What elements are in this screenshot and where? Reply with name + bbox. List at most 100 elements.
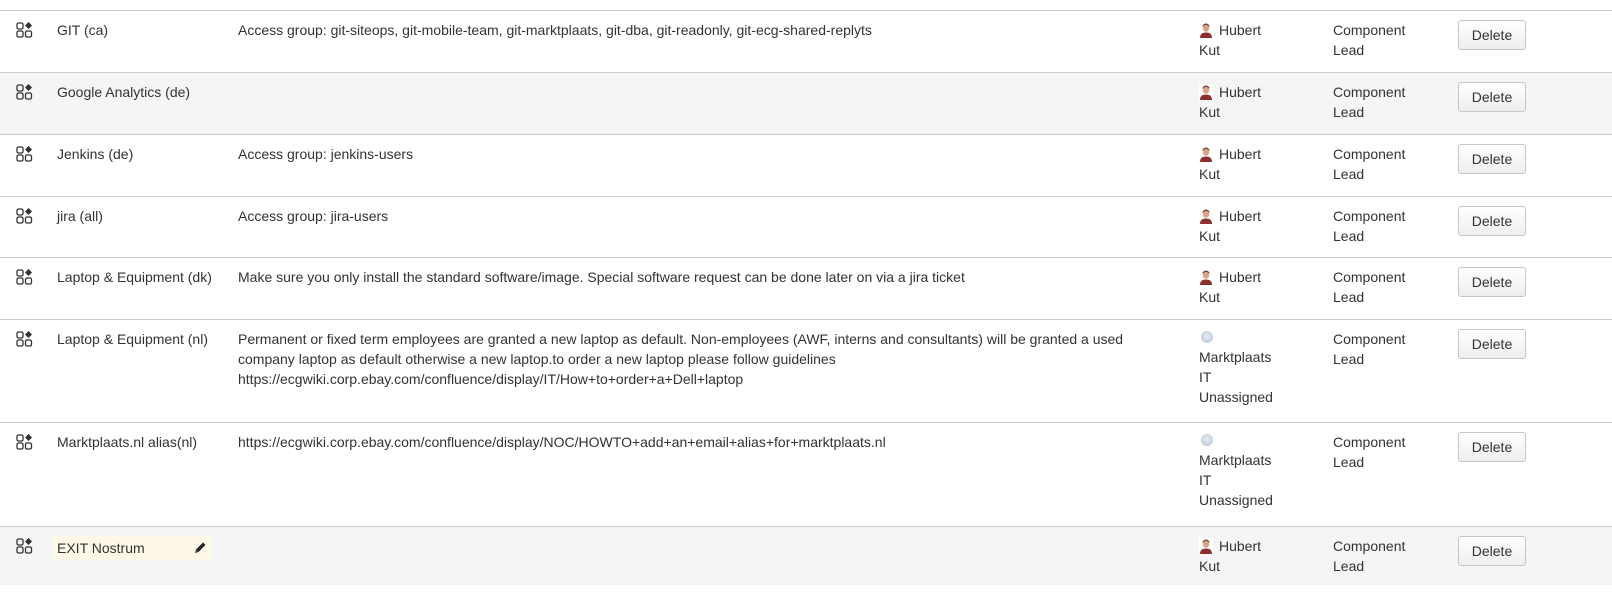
component-icon	[16, 538, 33, 554]
component-lead-line-1[interactable]: Hubert	[1219, 84, 1261, 100]
assignee-type-line-1: Component	[1333, 22, 1406, 38]
component-name-cell[interactable]: EXIT Nostrum	[40, 536, 218, 560]
component-name-cell[interactable]: jira (all)	[40, 206, 218, 226]
delete-button[interactable]: Delete	[1458, 82, 1526, 112]
assignee-type: Component Lead	[1333, 206, 1443, 246]
assignee-type: Component Lead	[1333, 432, 1443, 472]
component-name-inline-edit[interactable]: EXIT Nostrum	[53, 536, 211, 560]
actions-cell: Delete	[1443, 267, 1603, 297]
component-lead-cell[interactable]: Hubert Kut	[1195, 82, 1333, 122]
component-name[interactable]: Marktplaats.nl alias(nl)	[57, 432, 218, 452]
assignee-type: Component Lead	[1333, 536, 1443, 576]
component-lead-cell[interactable]: Marktplaats IT Unassigned	[1195, 432, 1333, 510]
component-lead-cell[interactable]: Hubert Kut	[1195, 206, 1333, 246]
component-name-cell[interactable]: Jenkins (de)	[40, 144, 218, 164]
component-description: Make sure you only install the standard …	[238, 269, 965, 285]
component-name-cell[interactable]: Laptop & Equipment (dk)	[40, 267, 218, 287]
components-table: GIT (ca) Access group: git-siteops, git-…	[0, 0, 1612, 585]
delete-button[interactable]: Delete	[1458, 206, 1526, 236]
component-description: Permanent or fixed term employees are gr…	[238, 331, 1124, 387]
component-lead-line-3[interactable]: Unassigned	[1199, 389, 1273, 405]
assignee-type-line-1: Component	[1333, 269, 1406, 285]
component-lead-line-1[interactable]: Hubert	[1219, 146, 1261, 162]
component-lead-cell[interactable]: Marktplaats IT Unassigned	[1195, 329, 1333, 407]
assignee-type: Component Lead	[1333, 20, 1443, 60]
component-icon	[16, 434, 33, 450]
assignee-type-line-1: Component	[1333, 208, 1406, 224]
component-name[interactable]: GIT (ca)	[57, 20, 218, 40]
assignee-type: Component Lead	[1333, 267, 1443, 307]
component-icon	[16, 146, 33, 162]
table-top-divider	[0, 0, 1612, 11]
component-name-cell[interactable]: Laptop & Equipment (nl)	[40, 329, 218, 349]
component-lead-line-1[interactable]: Marktplaats	[1199, 452, 1271, 468]
component-lead-line-1[interactable]: Marktplaats	[1199, 349, 1271, 365]
component-icon	[16, 331, 33, 347]
component-lead-line-2[interactable]: Kut	[1199, 104, 1220, 120]
table-row: Google Analytics (de) Hubert Kut Compone…	[0, 73, 1612, 135]
delete-button[interactable]: Delete	[1458, 267, 1526, 297]
actions-cell: Delete	[1443, 329, 1603, 359]
component-lead-cell[interactable]: Hubert Kut	[1195, 536, 1333, 576]
component-cell	[0, 20, 40, 42]
component-name-cell[interactable]: Marktplaats.nl alias(nl)	[40, 432, 218, 452]
component-name[interactable]: EXIT Nostrum	[57, 538, 145, 558]
assignee-type-line-2: Lead	[1333, 351, 1365, 367]
assignee-type-line-2: Lead	[1333, 42, 1365, 58]
assignee-type: Component Lead	[1333, 144, 1443, 184]
component-name[interactable]: jira (all)	[57, 206, 218, 226]
assignee-type-line-1: Component	[1333, 434, 1406, 450]
assignee-type-line-2: Lead	[1333, 228, 1365, 244]
component-lead-cell[interactable]: Hubert Kut	[1195, 20, 1333, 60]
default-avatar-icon	[1201, 331, 1213, 343]
component-cell	[0, 432, 40, 454]
component-name-cell[interactable]: GIT (ca)	[40, 20, 218, 40]
component-lead-line-2[interactable]: Kut	[1199, 228, 1220, 244]
component-lead-line-2[interactable]: Kut	[1199, 42, 1220, 58]
delete-button[interactable]: Delete	[1458, 144, 1526, 174]
component-lead-line-1[interactable]: Hubert	[1219, 22, 1261, 38]
table-row: EXIT Nostrum Hubert Kut Component Lead D…	[0, 527, 1612, 585]
user-photo-icon	[1199, 269, 1213, 285]
component-cell	[0, 206, 40, 228]
component-name[interactable]: Laptop & Equipment (nl)	[57, 329, 218, 349]
component-name[interactable]: Google Analytics (de)	[57, 82, 218, 102]
component-lead-line-2[interactable]: IT	[1199, 369, 1211, 385]
component-lead-line-2[interactable]: Kut	[1199, 166, 1220, 182]
delete-button[interactable]: Delete	[1458, 432, 1526, 462]
component-cell	[0, 267, 40, 289]
default-avatar-icon	[1201, 434, 1213, 446]
user-photo-icon	[1199, 146, 1213, 162]
component-lead-line-2[interactable]: Kut	[1199, 558, 1220, 574]
delete-button[interactable]: Delete	[1458, 20, 1526, 50]
table-row: Laptop & Equipment (nl) Permanent or fix…	[0, 320, 1612, 423]
component-cell	[0, 82, 40, 104]
assignee-type-line-1: Component	[1333, 331, 1406, 347]
component-lead-cell[interactable]: Hubert Kut	[1195, 144, 1333, 184]
actions-cell: Delete	[1443, 20, 1603, 50]
component-lead-line-1[interactable]: Hubert	[1219, 269, 1261, 285]
component-name[interactable]: Jenkins (de)	[57, 144, 218, 164]
component-lead-line-2[interactable]: Kut	[1199, 289, 1220, 305]
component-lead-line-1[interactable]: Hubert	[1219, 538, 1261, 554]
delete-button[interactable]: Delete	[1458, 536, 1526, 566]
user-photo-icon	[1199, 208, 1213, 224]
component-lead-cell[interactable]: Hubert Kut	[1195, 267, 1333, 307]
assignee-type-line-2: Lead	[1333, 104, 1365, 120]
component-name[interactable]: Laptop & Equipment (dk)	[57, 267, 218, 287]
pencil-icon[interactable]	[193, 541, 207, 555]
table-row: Jenkins (de) Access group: jenkins-users…	[0, 135, 1612, 197]
component-lead-line-2[interactable]: IT	[1199, 472, 1211, 488]
assignee-type-line-1: Component	[1333, 84, 1406, 100]
component-lead-line-1[interactable]: Hubert	[1219, 208, 1261, 224]
component-cell	[0, 144, 40, 166]
delete-button[interactable]: Delete	[1458, 329, 1526, 359]
component-lead-line-3[interactable]: Unassigned	[1199, 492, 1273, 508]
table-row: jira (all) Access group: jira-users Hube…	[0, 197, 1612, 258]
component-name-cell[interactable]: Google Analytics (de)	[40, 82, 218, 102]
assignee-type-line-1: Component	[1333, 146, 1406, 162]
component-icon	[16, 269, 33, 285]
table-row: GIT (ca) Access group: git-siteops, git-…	[0, 11, 1612, 73]
assignee-type-line-2: Lead	[1333, 289, 1365, 305]
actions-cell: Delete	[1443, 536, 1603, 566]
